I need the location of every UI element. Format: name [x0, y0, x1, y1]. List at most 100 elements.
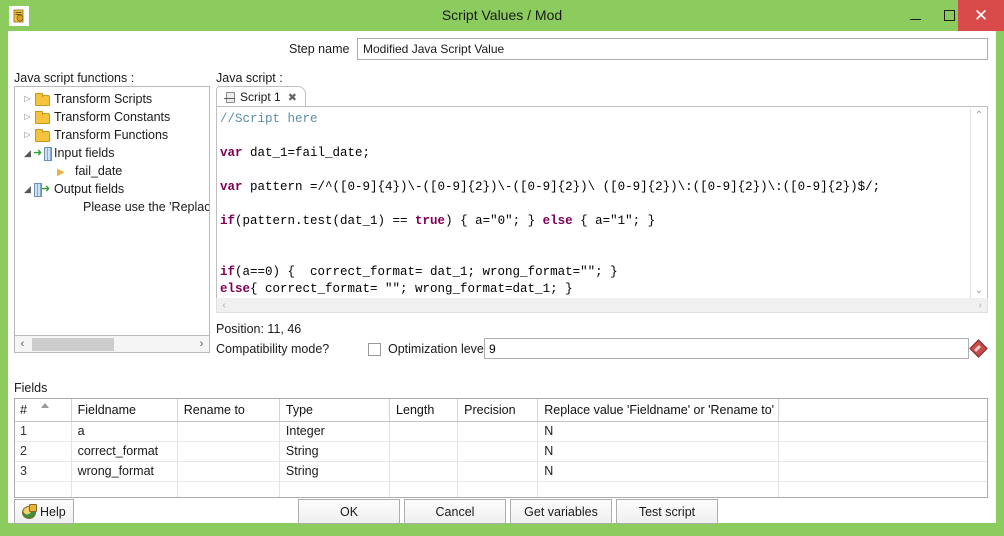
minimize-button[interactable] [898, 0, 932, 31]
cell-fieldname[interactable] [71, 481, 178, 497]
cell-number[interactable]: 1 [15, 421, 72, 442]
window-title: Script Values / Mod [441, 7, 563, 23]
cell-length[interactable] [389, 441, 459, 462]
close-button[interactable]: ✕ [958, 0, 1004, 31]
code-editor[interactable]: //Script here var dat_1=fail_date; var p… [216, 106, 988, 299]
cell-precision[interactable] [457, 481, 539, 497]
cell-number[interactable] [15, 481, 72, 497]
tree-item-output-fields[interactable]: Output fields [15, 180, 209, 198]
scroll-left-icon[interactable]: ‹ [217, 299, 231, 312]
window-border-bottom [0, 523, 1004, 536]
cell-fieldname[interactable]: wrong_format [71, 461, 178, 482]
cell-number[interactable]: 3 [15, 461, 72, 482]
column-header-type[interactable]: Type [279, 399, 391, 422]
cell-precision[interactable] [457, 461, 539, 482]
expand-arrow-icon[interactable] [21, 90, 34, 108]
cell-length[interactable] [389, 421, 459, 442]
functions-tree-panel[interactable]: Transform Scripts Transform Constants Tr… [14, 86, 210, 336]
scroll-left-icon[interactable]: ‹ [15, 337, 30, 352]
scroll-down-icon[interactable]: ⌄ [971, 284, 987, 298]
sort-ascending-icon [41, 403, 49, 408]
column-header-length[interactable]: Length [389, 399, 459, 422]
scroll-right-icon[interactable]: › [194, 337, 209, 352]
collapse-arrow-icon[interactable] [21, 180, 34, 199]
output-fields-icon [34, 180, 51, 198]
code-content[interactable]: //Script here var dat_1=fail_date; var p… [220, 111, 968, 298]
expand-arrow-icon[interactable] [21, 108, 34, 126]
cell-fieldname[interactable]: correct_format [71, 441, 178, 462]
code-line-2: dat_1=fail_date; [242, 146, 371, 160]
tree-item-label: Please use the 'Replace v [83, 200, 210, 214]
editor-horizontal-scrollbar[interactable]: ‹ › [216, 298, 988, 313]
variable-diamond-icon[interactable] [971, 341, 986, 356]
cell-blank[interactable] [778, 461, 987, 482]
tree-item-replace-note[interactable]: Please use the 'Replace v [15, 198, 209, 216]
cell-rename-to[interactable] [177, 421, 280, 442]
cell-length[interactable] [389, 481, 459, 497]
tree-item-transform-scripts[interactable]: Transform Scripts [15, 90, 209, 108]
scroll-track[interactable] [231, 299, 973, 312]
cancel-button[interactable]: Cancel [404, 499, 506, 524]
editor-vertical-scrollbar[interactable]: ⌃ ⌄ [970, 108, 987, 298]
help-button[interactable]: Help [14, 499, 74, 524]
ok-button[interactable]: OK [298, 499, 400, 524]
cell-rename-to[interactable] [177, 441, 280, 462]
test-script-button[interactable]: Test script [616, 499, 718, 524]
cell-replace[interactable] [537, 481, 779, 497]
get-variables-button[interactable]: Get variables [510, 499, 612, 524]
table-row[interactable]: 2 correct_format String N [15, 441, 987, 462]
cell-type[interactable]: Integer [279, 421, 391, 442]
column-header-label: # [20, 402, 27, 417]
cell-blank[interactable] [778, 481, 987, 497]
scroll-thumb[interactable] [32, 337, 114, 351]
step-name-input[interactable] [357, 38, 988, 60]
scroll-track[interactable] [30, 337, 194, 352]
column-header-blank[interactable] [778, 399, 987, 422]
table-row[interactable]: 1 a Integer N [15, 421, 987, 442]
cell-blank[interactable] [778, 441, 987, 462]
tree-item-label: fail_date [75, 164, 123, 178]
cell-type[interactable] [279, 481, 391, 497]
help-icon [21, 504, 37, 519]
field-icon [55, 164, 72, 182]
column-header-number[interactable]: # [15, 399, 72, 422]
tree-item-label: Transform Constants [54, 110, 171, 124]
optimization-level-input[interactable] [484, 338, 969, 359]
window-border-right [996, 31, 1004, 536]
cell-precision[interactable] [457, 421, 539, 442]
tree-horizontal-scrollbar[interactable]: ‹ › [14, 336, 210, 353]
cell-type[interactable]: String [279, 441, 391, 462]
scroll-up-icon[interactable]: ⌃ [971, 109, 987, 123]
fields-section-label: Fields [14, 381, 48, 395]
table-row[interactable] [15, 481, 987, 497]
tree-item-input-fields[interactable]: Input fields [15, 144, 209, 162]
tab-script-1[interactable]: Script 1 ✖ [216, 86, 306, 107]
scroll-right-icon[interactable]: › [973, 299, 987, 312]
cell-rename-to[interactable] [177, 481, 280, 497]
expand-arrow-icon[interactable] [21, 126, 34, 144]
cell-replace[interactable]: N [537, 421, 779, 442]
cell-length[interactable] [389, 461, 459, 482]
tree-item-transform-constants[interactable]: Transform Constants [15, 108, 209, 126]
cell-number[interactable]: 2 [15, 441, 72, 462]
tab-close-icon[interactable]: ✖ [288, 91, 297, 104]
column-header-rename-to[interactable]: Rename to [177, 399, 280, 422]
tab-label: Script 1 [240, 90, 281, 104]
cell-precision[interactable] [457, 441, 539, 462]
cell-replace[interactable]: N [537, 441, 779, 462]
cell-rename-to[interactable] [177, 461, 280, 482]
column-header-fieldname[interactable]: Fieldname [71, 399, 178, 422]
column-header-precision[interactable]: Precision [457, 399, 539, 422]
table-row[interactable]: 3 wrong_format String N [15, 461, 987, 482]
compatibility-mode-checkbox[interactable] [368, 343, 381, 356]
fields-table-container[interactable]: # Fieldname Rename to Type Length Precis… [14, 398, 988, 498]
cell-blank[interactable] [778, 421, 987, 442]
code-line-9: if(a==0) { correct_format= dat_1; wrong_… [220, 265, 618, 279]
tree-item-transform-functions[interactable]: Transform Functions [15, 126, 209, 144]
cell-replace[interactable]: N [537, 461, 779, 482]
cell-type[interactable]: String [279, 461, 391, 482]
column-header-replace-value[interactable]: Replace value 'Fieldname' or 'Rename to' [537, 399, 779, 422]
tree-item-fail-date[interactable]: fail_date [15, 162, 209, 182]
tree-item-label: Transform Scripts [54, 92, 153, 106]
cell-fieldname[interactable]: a [71, 421, 178, 442]
